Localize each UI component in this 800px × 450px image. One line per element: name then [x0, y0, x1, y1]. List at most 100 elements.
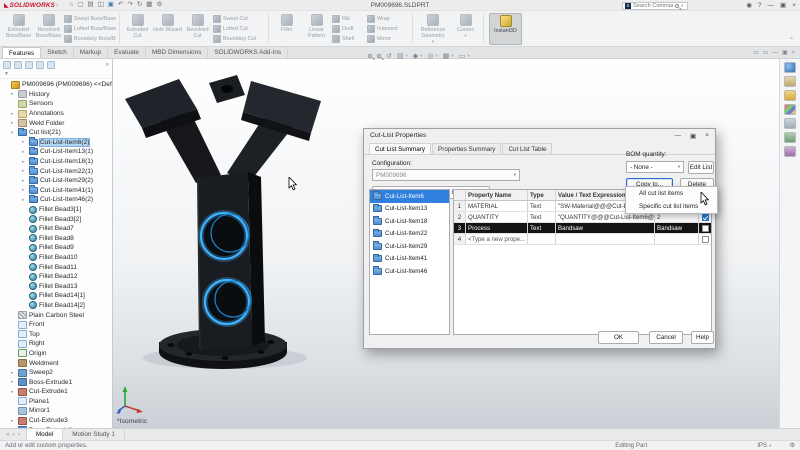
fillet-button[interactable]: Fillet: [272, 13, 301, 45]
tree-item[interactable]: ▸ Cut-List-Item13(1): [0, 147, 112, 157]
tree-item[interactable]: Weldment: [0, 358, 112, 368]
expand-arrow[interactable]: ▸: [22, 197, 27, 203]
tree-item[interactable]: Fillet Bead11: [0, 262, 112, 272]
expand-arrow[interactable]: ▸: [22, 159, 27, 165]
selected-edge-upper[interactable]: [201, 213, 249, 259]
mirror-button[interactable]: Mirror: [367, 34, 409, 44]
tree-item[interactable]: Plain Carbon Steel: [0, 310, 112, 320]
swept-cut-button[interactable]: Swept Cut: [213, 14, 265, 24]
wrap-button[interactable]: Wrap: [367, 14, 409, 24]
minimize-button[interactable]: —: [768, 0, 775, 11]
revolved-cut-button[interactable]: Revolved Cut: [183, 13, 212, 45]
collapse-ribbon-icon[interactable]: ⌃: [789, 37, 794, 44]
save-icon[interactable]: ◫: [98, 0, 104, 10]
tab-scroll-right-icon[interactable]: ›: [18, 431, 20, 438]
new-file-icon[interactable]: ▢: [77, 0, 83, 10]
expand-arrow[interactable]: ▸: [22, 187, 27, 193]
panel-expand-icon[interactable]: »: [106, 62, 109, 68]
tree-item[interactable]: Fillet Bead13: [0, 281, 112, 291]
expand-arrow[interactable]: ▸: [11, 379, 16, 385]
command-tab[interactable]: SOLIDWORKS Add-Ins: [208, 47, 288, 58]
print-icon[interactable]: ▣: [108, 0, 114, 10]
dialog-minimize-button[interactable]: —: [675, 132, 682, 140]
tree-item[interactable]: Plane1: [0, 397, 112, 407]
units-selector[interactable]: IPS: [757, 442, 767, 449]
previous-view-icon[interactable]: ↺: [386, 52, 392, 60]
expand-arrow[interactable]: ▸: [22, 168, 27, 174]
cut-list-item[interactable]: Cut-List-Item29: [370, 240, 449, 253]
tree-item[interactable]: ▸ Cut-Extrude1: [0, 387, 112, 397]
hide-show-items-icon[interactable]: ▦: [443, 52, 450, 60]
expand-arrow[interactable]: ▸: [11, 418, 16, 424]
dialog-tab[interactable]: Cut List Summary: [369, 143, 431, 154]
rebuild-icon[interactable]: ↻: [137, 0, 142, 10]
cut-list-item[interactable]: Cut-List-Item6: [370, 190, 449, 203]
doc-minimize-icon[interactable]: —: [772, 50, 778, 56]
cut-list-item[interactable]: Cut-List-Item13: [370, 203, 449, 216]
filter-icon[interactable]: ▼: [4, 71, 9, 77]
tab-scroll-left-icon[interactable]: ‹: [13, 431, 15, 438]
command-tab[interactable]: MBD Dimensions: [146, 47, 208, 58]
tree-item[interactable]: Front: [0, 320, 112, 330]
tree-item[interactable]: Mirror1: [0, 406, 112, 416]
tree-item[interactable]: ▸ Cut-List-Item22(1): [0, 166, 112, 176]
expand-arrow[interactable]: ▾: [11, 130, 16, 136]
restore-button[interactable]: ▣: [780, 0, 786, 11]
feature-tree-tab-icon[interactable]: [3, 61, 11, 69]
reference-geometry-button[interactable]: Reference Geometry▾: [416, 13, 450, 45]
row-checkbox-checked[interactable]: [702, 214, 709, 221]
doc-close-icon[interactable]: ×: [792, 50, 795, 56]
section-view-icon[interactable]: ▤: [397, 52, 404, 60]
doc-window-icon[interactable]: ▭: [763, 50, 768, 56]
units-caret-icon[interactable]: ▾: [769, 443, 771, 449]
boundary-cut-button[interactable]: Boundary Cut: [213, 34, 265, 44]
dialog-close-button[interactable]: ×: [705, 132, 709, 140]
command-tab[interactable]: Features: [2, 47, 41, 58]
tree-item[interactable]: Right: [0, 339, 112, 349]
row-checkbox[interactable]: [702, 236, 709, 243]
view-orientation-icon[interactable]: ◆: [413, 52, 418, 60]
open-file-icon[interactable]: ▤: [87, 0, 93, 10]
instant3d-button[interactable]: Instant3D: [489, 13, 522, 45]
command-tab[interactable]: Sketch: [41, 47, 74, 58]
tree-item[interactable]: Top: [0, 329, 112, 339]
boundary-boss-button[interactable]: Boundary Boss/Base: [64, 34, 116, 44]
cut-list-item[interactable]: Cut-List-Item46: [370, 265, 449, 278]
dialog-tab[interactable]: Cut List Table: [502, 143, 552, 154]
options-icon[interactable]: ⚙: [156, 0, 162, 10]
tree-item[interactable]: Fillet Bead14[2]: [0, 301, 112, 311]
hole-wizard-button[interactable]: Hole Wizard: [153, 13, 182, 45]
home-icon[interactable]: ⌂: [69, 0, 73, 10]
search-icon[interactable]: [675, 4, 679, 8]
linear-pattern-button[interactable]: Linear Pattern: [302, 13, 331, 45]
tab-scroll-start-icon[interactable]: «: [6, 431, 10, 438]
view-settings-icon[interactable]: ▭: [459, 52, 466, 60]
tree-item[interactable]: Origin: [0, 349, 112, 359]
view-palette-icon[interactable]: [784, 118, 796, 129]
tree-item[interactable]: Fillet Bead7: [0, 224, 112, 234]
ok-button[interactable]: OK: [598, 331, 639, 344]
tree-item[interactable]: ▸ Cut-List-Item18(1): [0, 157, 112, 167]
swept-boss-button[interactable]: Swept Boss/Base: [64, 14, 116, 24]
redo-icon[interactable]: ↷: [127, 0, 132, 10]
appearances-icon[interactable]: [784, 104, 796, 115]
tree-item[interactable]: ▸ Cut-List-Item6(2): [0, 138, 112, 148]
expand-arrow[interactable]: ▸: [22, 149, 27, 155]
intersect-button[interactable]: Intersect: [367, 24, 409, 34]
rib-button[interactable]: Rib: [332, 14, 366, 24]
doc-window-icon[interactable]: ▭: [753, 50, 758, 56]
doc-restore-icon[interactable]: ▣: [782, 50, 787, 56]
tree-item[interactable]: ▸ Weld Folder: [0, 118, 112, 128]
selected-edge-lower[interactable]: [205, 280, 251, 324]
tree-item[interactable]: Fillet Bead10: [0, 253, 112, 263]
tree-item[interactable]: ▸ Annotations: [0, 109, 112, 119]
expand-arrow[interactable]: ▸: [11, 120, 16, 126]
tree-item[interactable]: ▸ History: [0, 90, 112, 100]
tree-item[interactable]: ▸ Cut-List-Item46(2): [0, 195, 112, 205]
extruded-cut-button[interactable]: Extruded Cut: [123, 13, 152, 45]
expand-arrow[interactable]: ▸: [11, 370, 16, 376]
expand-arrow[interactable]: ▸: [22, 139, 27, 145]
tree-item[interactable]: ▸ Boss-Extrude1: [0, 377, 112, 387]
dialog-title-bar[interactable]: Cut-List Properties — ▣ ×: [364, 129, 715, 142]
cut-list-item[interactable]: Cut-List-Item18: [370, 215, 449, 228]
